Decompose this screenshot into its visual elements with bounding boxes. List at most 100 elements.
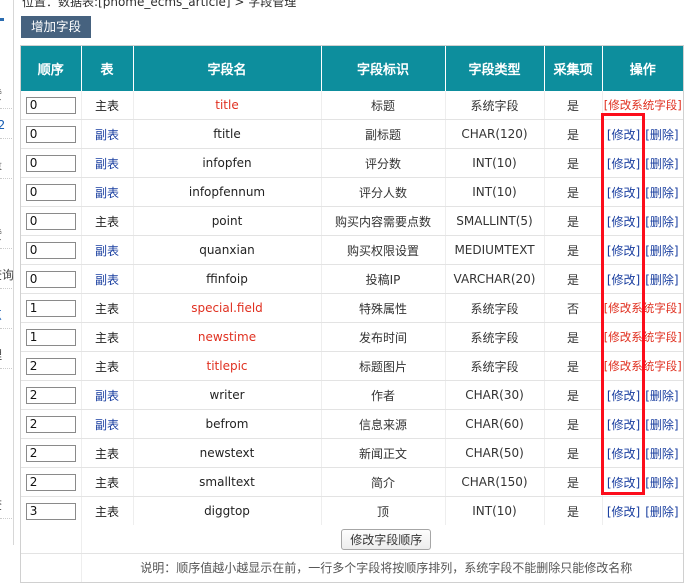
sidebar-fragment-5[interactable]: 点 [0, 308, 14, 322]
cell-field-name: ftitle [133, 119, 322, 149]
cell-field-type: CHAR(120) [445, 119, 545, 149]
cell-table-kind: 主表 [81, 438, 134, 468]
sidebar-fragment-0[interactable]: 赞 [0, 88, 14, 102]
cell-field-name: infopfen [133, 148, 322, 178]
sidebar-fragment-2[interactable]: 量 [0, 158, 14, 172]
delete-field-link[interactable]: [删除] [645, 244, 678, 258]
order-input[interactable] [25, 502, 76, 520]
cell-field-type: 系统字段 [445, 91, 545, 120]
cell-actions: [修改] [删除] [602, 148, 683, 178]
cell-table-kind: 主表 [81, 293, 134, 323]
edit-field-link[interactable]: [修改] [607, 273, 640, 287]
cell-table-kind: 副表 [81, 235, 134, 265]
order-input[interactable] [25, 212, 76, 230]
table-row: 副表 writer 作者CHAR(30)是 [修改] [删除] [21, 380, 683, 410]
cell-order [21, 380, 82, 410]
edit-field-link[interactable]: [修改] [607, 244, 640, 258]
cell-field-label: 标题 [321, 91, 446, 120]
delete-field-link[interactable]: [删除] [645, 505, 678, 519]
order-input[interactable] [25, 183, 76, 201]
reorder-spacer-cell [21, 525, 82, 554]
delete-field-link[interactable]: [删除] [645, 215, 678, 229]
edit-field-link[interactable]: [修改] [607, 157, 640, 171]
cell-field-label: 新闻正文 [321, 438, 446, 468]
edit-field-link[interactable]: [修改] [607, 186, 640, 200]
sidebar-fragment-3[interactable]: 赞 [0, 228, 14, 242]
edit-field-link[interactable]: [修改] [607, 505, 640, 519]
cell-actions: [修改] [删除] [602, 177, 683, 207]
field-table-container: 顺序 表 字段名 字段标识 字段类型 采集项 操作 主表title标题系统字段是… [20, 45, 684, 583]
sidebar-fragment-6[interactable]: 理 [0, 348, 14, 362]
cell-field-name: diggtop [133, 496, 322, 525]
cell-table-kind: 副表 [81, 177, 134, 207]
cell-field-name: quanxian [133, 235, 322, 265]
order-input[interactable] [25, 415, 76, 433]
edit-field-link[interactable]: [修改] [607, 128, 640, 142]
order-input[interactable] [25, 241, 76, 259]
order-input[interactable] [25, 357, 76, 375]
cell-field-label: 特殊属性 [321, 293, 446, 323]
table-kind-label: 副表 [94, 156, 119, 171]
edit-field-link[interactable]: [修改] [607, 389, 640, 403]
delete-field-link[interactable]: [删除] [645, 273, 678, 287]
delete-field-link[interactable]: [删除] [645, 476, 678, 490]
cell-order [21, 322, 82, 352]
cell-field-name: ffinfoip [133, 264, 322, 294]
breadcrumb: 位置：数据表:[phome_ecms_article] > 字段管理 [22, 0, 297, 9]
sidebar-fragment-4[interactable]: 查询 [0, 268, 14, 282]
delete-field-link[interactable]: [删除] [645, 157, 678, 171]
cell-collect-flag: 是 [544, 351, 603, 381]
edit-field-link[interactable]: [修改] [607, 447, 640, 461]
field-name-label: special.field [191, 301, 263, 315]
delete-field-link[interactable]: [删除] [645, 128, 678, 142]
order-input[interactable] [25, 473, 76, 491]
order-input[interactable] [25, 154, 76, 172]
edit-field-link[interactable]: [修改] [607, 418, 640, 432]
column-header-collect: 采集项 [544, 46, 603, 91]
edit-field-link[interactable]: [修改] [607, 215, 640, 229]
table-kind-label: 主表 [94, 446, 119, 461]
delete-field-link[interactable]: [删除] [645, 447, 678, 461]
cell-table-kind: 副表 [81, 380, 134, 410]
add-field-button[interactable]: 增加字段 [21, 16, 92, 38]
edit-system-field-link[interactable]: [修改系统字段] [604, 359, 682, 373]
cell-field-label: 简介 [321, 467, 446, 497]
sidebar-fragment-1[interactable]: 12 [0, 118, 14, 132]
edit-system-field-link[interactable]: [修改系统字段] [604, 301, 682, 315]
delete-field-link[interactable]: [删除] [645, 389, 678, 403]
field-name-label: ftitle [213, 127, 241, 141]
table-kind-label: 主表 [94, 359, 119, 374]
order-input[interactable] [25, 125, 76, 143]
order-input[interactable] [25, 444, 76, 462]
delete-field-link[interactable]: [删除] [645, 186, 678, 200]
order-input[interactable] [25, 299, 76, 317]
cell-field-type: CHAR(150) [445, 467, 545, 497]
edit-system-field-link[interactable]: [修改系统字段] [604, 98, 682, 112]
sidebar-fragment-7[interactable]: 查 [0, 498, 14, 512]
cell-field-label: 评分人数 [321, 177, 446, 207]
order-input[interactable] [25, 328, 76, 346]
table-row: 副表 befrom 信息来源CHAR(60)是 [修改] [删除] [21, 409, 683, 439]
column-header-order: 顺序 [21, 46, 82, 91]
table-kind-label: 副表 [94, 388, 119, 403]
cell-actions: [修改] [删除] [602, 467, 683, 497]
order-input[interactable] [25, 270, 76, 288]
edit-field-link[interactable]: [修改] [607, 476, 640, 490]
cell-collect-flag: 是 [544, 438, 603, 468]
cell-field-type: INT(10) [445, 148, 545, 178]
order-input[interactable] [25, 96, 76, 114]
reorder-fields-button[interactable]: 修改字段顺序 [341, 528, 432, 550]
table-kind-label: 主表 [94, 330, 119, 345]
order-input[interactable] [25, 386, 76, 404]
field-name-label: infopfennum [188, 185, 266, 199]
table-row: 主表 title 标题系统字段是[修改系统字段] [21, 91, 683, 120]
cell-collect-flag: 是 [544, 496, 603, 525]
edit-system-field-link[interactable]: [修改系统字段] [604, 330, 682, 344]
cell-field-label: 评分数 [321, 148, 446, 178]
cell-collect-flag: 是 [544, 235, 603, 265]
cell-order [21, 409, 82, 439]
column-header-name: 字段名 [133, 46, 322, 91]
cell-field-type: 系统字段 [445, 351, 545, 381]
delete-field-link[interactable]: [删除] [645, 418, 678, 432]
cell-order [21, 177, 82, 207]
